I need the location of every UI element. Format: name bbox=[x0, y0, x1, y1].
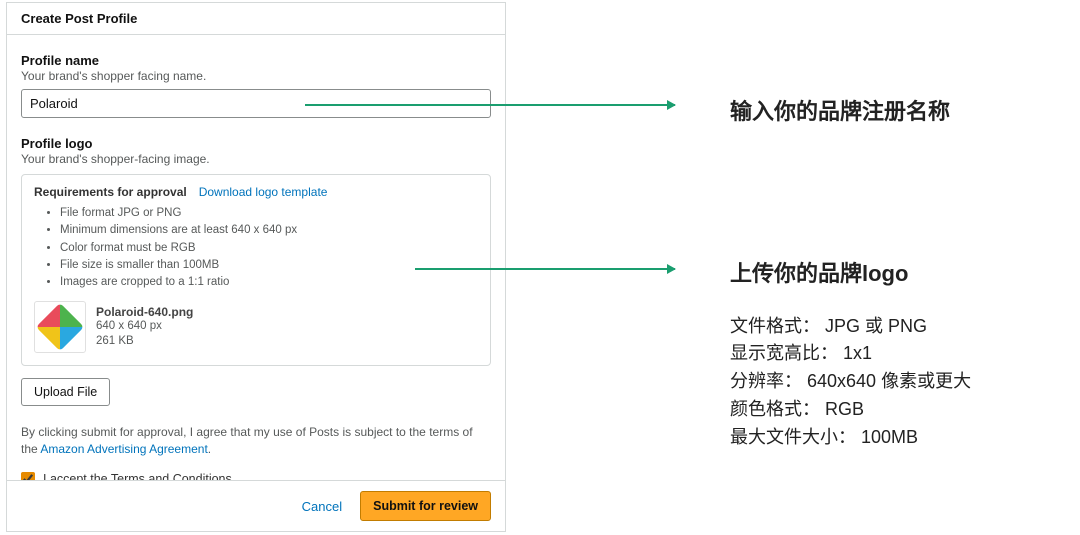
create-post-profile-panel: Create Post Profile Profile name Your br… bbox=[6, 2, 506, 532]
requirements-title: Requirements for approval bbox=[34, 185, 187, 199]
annotation-line: 最大文件大小： 100MB bbox=[730, 424, 971, 452]
requirements-box: Requirements for approval Download logo … bbox=[21, 174, 491, 366]
requirement-item: Minimum dimensions are at least 640 x 64… bbox=[60, 222, 478, 239]
requirement-item: File size is smaller than 100MB bbox=[60, 257, 478, 274]
annotation-line: 显示宽高比： 1x1 bbox=[730, 340, 971, 368]
annotation-title: 上传你的品牌logo bbox=[730, 260, 971, 289]
annotation-line: 文件格式： JPG 或 PNG bbox=[730, 313, 971, 341]
agreement-suffix: . bbox=[208, 442, 211, 456]
profile-name-sub: Your brand's shopper facing name. bbox=[21, 69, 491, 83]
annotation-requirements: 文件格式： JPG 或 PNG 显示宽高比： 1x1 分辨率： 640x640 … bbox=[730, 313, 971, 452]
profile-logo-section: Profile logo Your brand's shopper-facing… bbox=[21, 136, 491, 406]
panel-title: Create Post Profile bbox=[7, 3, 505, 35]
requirement-item: Images are cropped to a 1:1 ratio bbox=[60, 274, 478, 291]
file-size: 261 KB bbox=[96, 334, 193, 349]
terms-label: I accept the Terms and Conditions bbox=[43, 472, 232, 480]
amazon-advertising-agreement-link[interactable]: Amazon Advertising Agreement bbox=[40, 442, 207, 456]
annotation-title: 输入你的品牌注册名称 bbox=[730, 98, 950, 127]
upload-file-button[interactable]: Upload File bbox=[21, 378, 110, 406]
annotation-arrow-icon bbox=[415, 268, 675, 270]
profile-logo-label: Profile logo bbox=[21, 136, 491, 151]
polaroid-logo-icon bbox=[36, 303, 84, 351]
profile-logo-sub: Your brand's shopper-facing image. bbox=[21, 152, 491, 166]
file-dimensions: 640 x 640 px bbox=[96, 319, 193, 334]
agreement-text: By clicking submit for approval, I agree… bbox=[21, 424, 491, 458]
file-name: Polaroid-640.png bbox=[96, 305, 193, 319]
requirement-item: File format JPG or PNG bbox=[60, 205, 478, 222]
requirement-item: Color format must be RGB bbox=[60, 240, 478, 257]
terms-checkbox[interactable] bbox=[21, 472, 35, 480]
annotation-line: 颜色格式： RGB bbox=[730, 396, 971, 424]
file-info: Polaroid-640.png 640 x 640 px 261 KB bbox=[96, 305, 193, 349]
terms-row[interactable]: I accept the Terms and Conditions bbox=[21, 472, 491, 480]
annotation-arrow-icon bbox=[305, 104, 675, 106]
logo-thumbnail bbox=[34, 301, 86, 353]
profile-name-label: Profile name bbox=[21, 53, 491, 68]
annotation-profile-logo: 上传你的品牌logo 文件格式： JPG 或 PNG 显示宽高比： 1x1 分辨… bbox=[730, 260, 971, 452]
submit-for-review-button[interactable]: Submit for review bbox=[360, 491, 491, 521]
uploaded-file-row: Polaroid-640.png 640 x 640 px 261 KB bbox=[34, 301, 478, 353]
panel-footer: Cancel Submit for review bbox=[7, 480, 505, 531]
annotation-line: 分辨率： 640x640 像素或更大 bbox=[730, 368, 971, 396]
panel-body: Profile name Your brand's shopper facing… bbox=[7, 35, 505, 480]
requirements-list: File format JPG or PNG Minimum dimension… bbox=[34, 205, 478, 291]
annotation-profile-name: 输入你的品牌注册名称 bbox=[730, 98, 950, 127]
cancel-button[interactable]: Cancel bbox=[302, 499, 342, 514]
download-logo-template-link[interactable]: Download logo template bbox=[199, 185, 328, 199]
